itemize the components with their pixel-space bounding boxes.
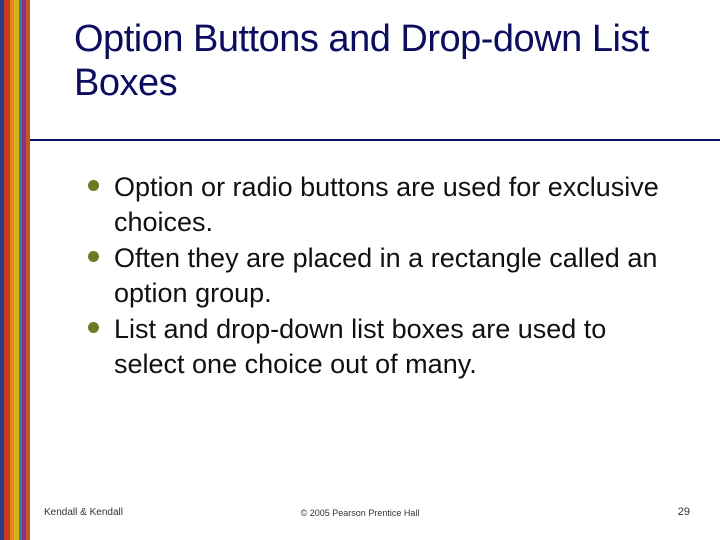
title-block: Option Buttons and Drop-down List Boxes — [74, 18, 694, 105]
bullet-list: Option or radio buttons are used for exc… — [114, 170, 674, 383]
footer-page-number: 29 — [678, 506, 690, 518]
list-item: Often they are placed in a rectangle cal… — [114, 241, 674, 310]
bullet-text: Often they are placed in a rectangle cal… — [114, 243, 657, 308]
decorative-stripes — [0, 0, 30, 540]
list-item: List and drop-down list boxes are used t… — [114, 312, 674, 381]
list-item: Option or radio buttons are used for exc… — [114, 170, 674, 239]
bullet-icon — [88, 180, 99, 191]
bullet-text: List and drop-down list boxes are used t… — [114, 314, 606, 379]
bullet-icon — [88, 322, 99, 333]
bullet-icon — [88, 251, 99, 262]
bullet-text: Option or radio buttons are used for exc… — [114, 172, 659, 237]
title-underline — [30, 139, 720, 141]
footer-copyright: © 2005 Pearson Prentice Hall — [0, 508, 720, 518]
slide-title: Option Buttons and Drop-down List Boxes — [74, 18, 694, 105]
